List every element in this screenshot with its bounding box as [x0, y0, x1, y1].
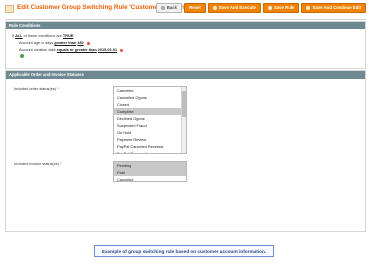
- save-icon: [306, 6, 311, 10]
- order-status-options: Canceled Cancelled Ogone Closed Complete Dec…: [114, 87, 186, 153]
- order-status-option[interactable]: Payment Review: [114, 136, 186, 143]
- order-status-option[interactable]: Closed: [114, 101, 186, 108]
- scrollbar-thumb[interactable]: [182, 91, 186, 117]
- aggregator-value-select[interactable]: TRUE: [63, 34, 73, 38]
- save-icon: [212, 6, 217, 10]
- header-divider: [5, 19, 366, 20]
- reset-button[interactable]: Reset: [184, 3, 206, 13]
- save-rule-button[interactable]: Save Rule: [262, 3, 300, 13]
- value-input[interactable]: 180: [77, 41, 83, 45]
- order-status-multiselect[interactable]: Canceled Cancelled Ogone Closed Complete Dec…: [113, 86, 187, 154]
- statuses-legend: Applicable Order and Invoice Statuses: [6, 71, 365, 79]
- condition-aggregator-line: If ALL of these conditions are TRUE:: [12, 34, 75, 38]
- order-status-option[interactable]: PayPal Canceled Reversal: [114, 143, 186, 150]
- back-button[interactable]: Back: [155, 3, 183, 13]
- order-status-option[interactable]: Cancelled Ogone: [114, 94, 186, 101]
- remove-condition-icon[interactable]: [86, 41, 90, 45]
- order-status-option[interactable]: Canceled: [114, 87, 186, 94]
- invoice-status-label: Included invoice status(es) *: [14, 162, 62, 166]
- page-header: Edit Customer Group Switching Rule 'Cust…: [5, 3, 366, 17]
- aggregator-select[interactable]: ALL: [15, 34, 22, 38]
- order-status-scrollbar[interactable]: [181, 87, 186, 153]
- invoice-status-multiselect[interactable]: Pending Paid Canceled: [113, 161, 187, 182]
- order-status-option[interactable]: Suspected Fraud: [114, 122, 186, 129]
- remove-condition-icon[interactable]: [120, 48, 124, 52]
- condition-account-creation-date: Account creation date equals or greater …: [19, 48, 124, 52]
- invoice-status-option[interactable]: Canceled: [114, 176, 186, 181]
- save-and-execute-button[interactable]: Save And Execute: [207, 3, 261, 13]
- operator-select[interactable]: equals or greater than: [57, 48, 97, 52]
- condition-account-age: Account age in days greater than 180: [19, 41, 90, 45]
- add-condition-icon[interactable]: [20, 54, 24, 58]
- invoice-status-option[interactable]: Paid: [114, 169, 186, 176]
- value-input[interactable]: 2015-01-01: [98, 48, 117, 52]
- order-status-option[interactable]: PayPal Reversed: [114, 150, 186, 153]
- action-buttons: Back Reset Save And Execute Save Rule Sa…: [155, 3, 366, 13]
- statuses-fieldset: Applicable Order and Invoice Statuses In…: [5, 70, 366, 232]
- back-arrow-icon: [160, 6, 165, 10]
- save-icon: [267, 6, 272, 10]
- save-and-continue-button[interactable]: Save And Continue Edit: [301, 3, 366, 13]
- conditions-legend: Rule Conditions: [6, 22, 365, 29]
- invoice-status-option[interactable]: Pending: [114, 162, 186, 169]
- order-status-option[interactable]: Complete: [114, 108, 186, 115]
- figure-caption: Example of group switching rule based on…: [94, 245, 274, 257]
- invoice-status-options: Pending Paid Canceled: [114, 162, 186, 181]
- order-status-label: Included order status(es) *: [14, 87, 59, 91]
- rule-icon: [5, 5, 14, 13]
- order-status-option[interactable]: On Hold: [114, 129, 186, 136]
- rule-conditions-fieldset: Rule Conditions If ALL of these conditio…: [5, 21, 366, 69]
- order-status-option[interactable]: Declined Ogone: [114, 115, 186, 122]
- operator-select[interactable]: greater than: [54, 41, 76, 45]
